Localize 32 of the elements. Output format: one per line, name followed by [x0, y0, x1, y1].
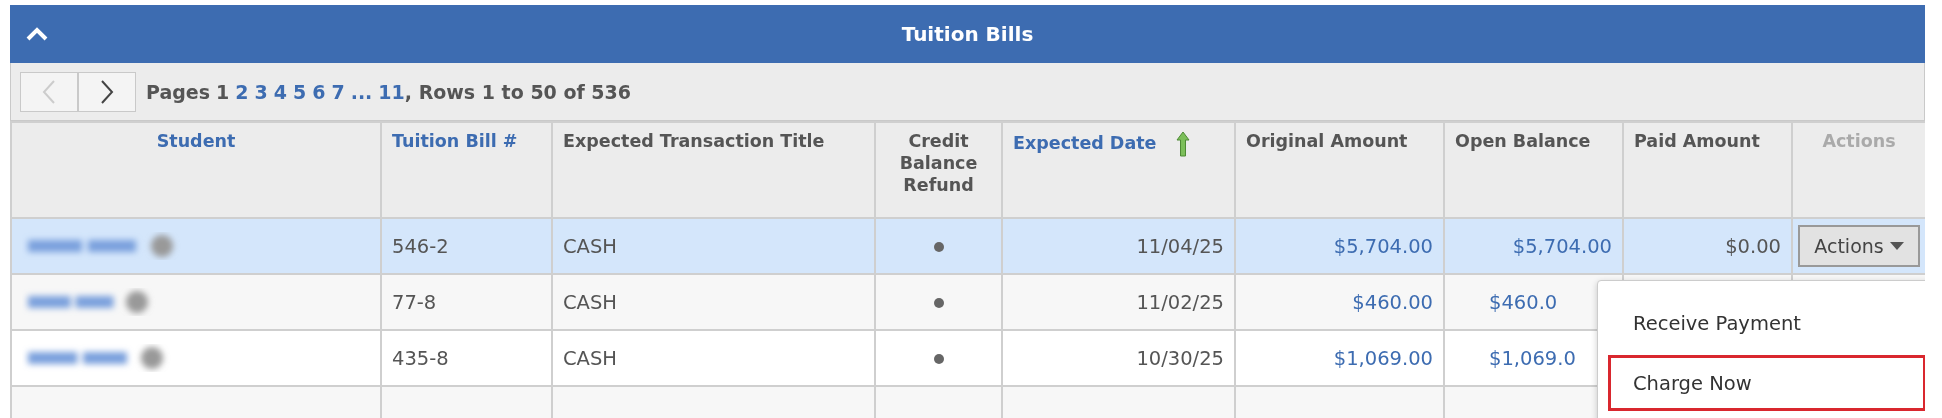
- page-link[interactable]: 1: [216, 80, 230, 103]
- actions-button[interactable]: Actions: [1798, 225, 1920, 267]
- menu-item[interactable]: Receive Payment: [1608, 295, 1925, 351]
- next-button[interactable]: [78, 71, 136, 112]
- chevron-icon[interactable]: [26, 27, 48, 41]
- panel-title: Tuition Bills: [901, 22, 1034, 46]
- column-header[interactable]: Expected Date: [1002, 122, 1235, 218]
- page-link[interactable]: 3: [254, 80, 268, 103]
- page-link[interactable]: 11: [378, 80, 405, 103]
- page-link[interactable]: 7: [331, 80, 345, 103]
- rows-summary: , Rows 1 to 50 of 536: [404, 80, 632, 103]
- chevron-left-icon: [42, 78, 56, 105]
- page-link[interactable]: ...: [350, 80, 373, 103]
- column-header[interactable]: Student: [11, 122, 381, 218]
- table-cell: $0.00: [1725, 234, 1781, 258]
- page-link[interactable]: 5: [293, 80, 307, 103]
- column-header[interactable]: Tuition Bill #: [381, 122, 552, 218]
- column-header: Paid Amount: [1623, 122, 1792, 218]
- page-link[interactable]: 4: [273, 80, 287, 103]
- column-header: Original Amount: [1235, 122, 1444, 218]
- chevron-right-icon: [100, 78, 114, 105]
- pages-label: Pages: [146, 80, 211, 103]
- amount-link[interactable]: $460.00: [1352, 290, 1433, 314]
- column-header: Credit Balance Refund: [875, 122, 1002, 218]
- amount-link[interactable]: $460.0: [1489, 290, 1558, 314]
- column-header: Open Balance: [1444, 122, 1623, 218]
- page-link[interactable]: 2: [235, 80, 249, 103]
- column-header: Actions: [1792, 122, 1925, 218]
- caret-icon: [1889, 242, 1904, 250]
- page-link[interactable]: 6: [312, 80, 326, 103]
- menu-item[interactable]: Charge Now: [1608, 355, 1925, 411]
- column-header: Expected Transaction Title: [552, 122, 875, 218]
